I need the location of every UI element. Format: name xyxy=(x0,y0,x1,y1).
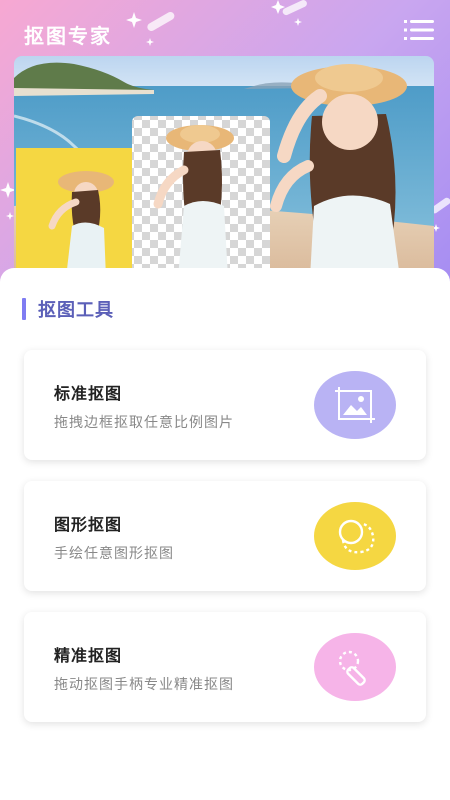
card-title: 标准抠图 xyxy=(54,384,123,403)
banner-image[interactable] xyxy=(14,56,434,278)
card-precise-cutout[interactable]: 精准抠图 拖动抠图手柄专业精准抠图 xyxy=(24,612,426,722)
section-header: 抠图工具 xyxy=(22,296,114,322)
section-title: 抠图工具 xyxy=(38,300,114,321)
shape-lasso-icon xyxy=(338,519,375,554)
precision-handle-icon xyxy=(338,650,366,686)
card-shape-cutout[interactable]: 图形抠图 手绘任意图形抠图 xyxy=(24,481,426,591)
image-frame-icon xyxy=(335,387,375,423)
section-accent-bar xyxy=(22,298,26,320)
sparkle-icon xyxy=(271,0,307,26)
card-title: 图形抠图 xyxy=(54,515,123,534)
card-description: 拖动抠图手柄专业精准抠图 xyxy=(54,677,234,693)
app-title: 抠图专家 xyxy=(24,24,112,48)
card-title: 精准抠图 xyxy=(54,646,123,665)
card-icon-badge xyxy=(314,633,396,701)
card-icon-badge xyxy=(314,371,396,439)
card-description: 手绘任意图形抠图 xyxy=(54,546,174,562)
banner-photo xyxy=(14,56,434,278)
card-description: 拖拽边框抠取任意比例图片 xyxy=(54,415,234,431)
menu-icon xyxy=(404,20,434,40)
card-standard-cutout[interactable]: 标准抠图 拖拽边框抠取任意比例图片 xyxy=(24,350,426,460)
sparkle-icon xyxy=(126,12,175,46)
menu-button[interactable] xyxy=(404,18,434,42)
card-icon-badge xyxy=(314,502,396,570)
